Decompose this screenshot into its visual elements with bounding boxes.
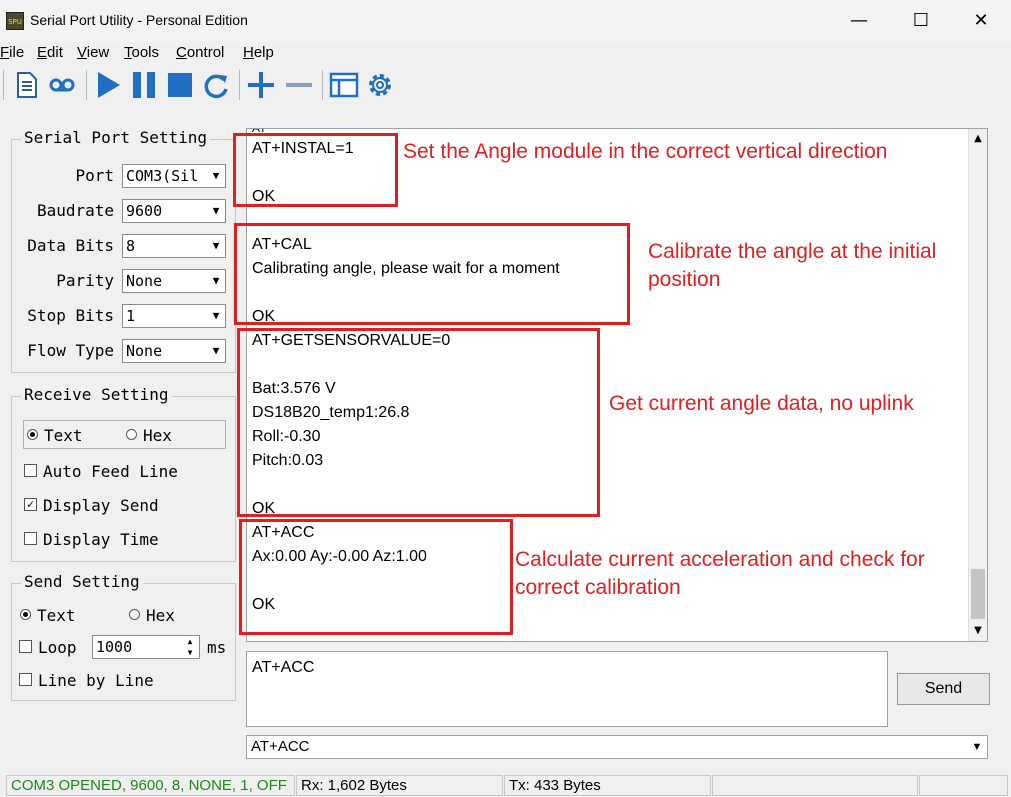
- send-setting-title: Send Setting: [21, 572, 143, 591]
- stop-icon[interactable]: [164, 69, 196, 101]
- status-empty-2: [919, 775, 1008, 796]
- app-icon: SPU: [6, 12, 24, 30]
- receive-hex-radio[interactable]: Hex: [126, 426, 172, 445]
- minimize-button[interactable]: —: [836, 6, 882, 36]
- loop-unit-label: ms: [207, 638, 227, 657]
- parity-select[interactable]: None ▼: [122, 269, 226, 293]
- pause-icon[interactable]: [128, 69, 160, 101]
- status-port: COM3 OPENED, 9600, 8, NONE, 1, OFF: [6, 775, 295, 796]
- annotation-text-acc: Calculate current acceleration and check…: [515, 548, 925, 599]
- receive-text-radio[interactable]: Text: [27, 426, 83, 445]
- maximize-button[interactable]: ☐: [898, 6, 944, 36]
- send-hex-radio[interactable]: Hex: [129, 606, 175, 625]
- status-tx: Tx: 433 Bytes: [504, 775, 711, 796]
- scroll-thumb[interactable]: [971, 569, 985, 619]
- auto-feed-line-checkbox[interactable]: Auto Feed Line: [24, 462, 178, 481]
- close-button[interactable]: ✕: [958, 6, 1004, 36]
- menu-bar: File Edit View Tools Control Help: [0, 42, 1011, 64]
- line-by-line-checkbox[interactable]: Line by Line: [19, 671, 154, 690]
- menu-help[interactable]: Help: [243, 44, 274, 61]
- data-bits-select[interactable]: 8 ▼: [122, 234, 226, 258]
- baudrate-label: Baudrate: [36, 201, 114, 220]
- port-label: Port: [75, 166, 114, 185]
- window-icon[interactable]: [328, 69, 360, 101]
- chevron-down-icon: ▼: [207, 165, 225, 187]
- refresh-icon[interactable]: [200, 69, 232, 101]
- port-select[interactable]: COM3(Sil ▼: [122, 164, 226, 188]
- display-time-checkbox[interactable]: Display Time: [24, 530, 159, 549]
- receive-scrollbar[interactable]: ▲ ▼: [968, 129, 987, 641]
- scroll-down-icon[interactable]: ▼: [971, 623, 985, 639]
- scroll-up-icon[interactable]: ▲: [971, 131, 985, 147]
- chevron-down-icon: ▼: [971, 741, 983, 753]
- annotation-box-acc: [239, 519, 513, 635]
- parity-label: Parity: [56, 271, 114, 290]
- annotation-box-cal: [234, 223, 630, 325]
- chevron-down-icon: ▼: [207, 340, 225, 362]
- menu-file[interactable]: File: [0, 44, 24, 61]
- document-icon[interactable]: [10, 69, 42, 101]
- stepper-arrows-icon[interactable]: ▲ ▼: [182, 636, 198, 658]
- loop-interval-stepper[interactable]: 1000 ▲ ▼: [92, 635, 200, 659]
- serial-port-setting-title: Serial Port Setting: [21, 128, 211, 147]
- annotation-box-instal: [233, 133, 398, 207]
- gear-icon[interactable]: [364, 69, 396, 101]
- menu-view[interactable]: View: [77, 44, 109, 61]
- chevron-down-icon: ▼: [207, 305, 225, 327]
- chevron-down-icon: ▼: [207, 200, 225, 222]
- status-rx: Rx: 1,602 Bytes: [296, 775, 503, 796]
- receive-setting-title: Receive Setting: [21, 385, 172, 404]
- annotation-text-cal: Calibrate the angle at the initial positi…: [648, 240, 937, 291]
- send-button[interactable]: Send: [897, 673, 990, 705]
- data-bits-label: Data Bits: [27, 236, 114, 255]
- record-icon[interactable]: [46, 69, 78, 101]
- window-title: Serial Port Utility - Personal Edition: [30, 12, 248, 28]
- send-input[interactable]: AT+ACC: [246, 651, 888, 727]
- menu-edit[interactable]: Edit: [37, 44, 63, 61]
- loop-checkbox[interactable]: Loop: [19, 638, 77, 657]
- annotation-text-getsensorvalue: Get current angle data, no uplink: [609, 392, 914, 415]
- status-empty-1: [712, 775, 918, 796]
- flow-type-label: Flow Type: [27, 341, 114, 360]
- annotation-text-instal: Set the Angle module in the correct vert…: [403, 140, 888, 163]
- annotation-box-getsensorvalue: [237, 328, 600, 517]
- title-bar: SPU Serial Port Utility - Personal Editi…: [0, 0, 1011, 42]
- stop-bits-select[interactable]: 1 ▼: [122, 304, 226, 328]
- chevron-down-icon: ▼: [207, 235, 225, 257]
- send-history-select[interactable]: AT+ACC ▼: [246, 735, 988, 759]
- status-bar: COM3 OPENED, 9600, 8, NONE, 1, OFF Rx: 1…: [0, 773, 1011, 797]
- menu-tools[interactable]: Tools: [124, 44, 159, 61]
- flow-type-select[interactable]: None ▼: [122, 339, 226, 363]
- plus-icon[interactable]: [245, 69, 277, 101]
- baudrate-select[interactable]: 9600 ▼: [122, 199, 226, 223]
- menu-control[interactable]: Control: [176, 44, 224, 61]
- chevron-down-icon: ▼: [207, 270, 225, 292]
- send-text-radio[interactable]: Text: [20, 606, 76, 625]
- minus-icon[interactable]: [283, 69, 315, 101]
- stop-bits-label: Stop Bits: [27, 306, 114, 325]
- toolbar: [0, 66, 1011, 106]
- display-send-checkbox[interactable]: ✓ Display Send: [24, 496, 159, 515]
- play-icon[interactable]: [92, 69, 124, 101]
